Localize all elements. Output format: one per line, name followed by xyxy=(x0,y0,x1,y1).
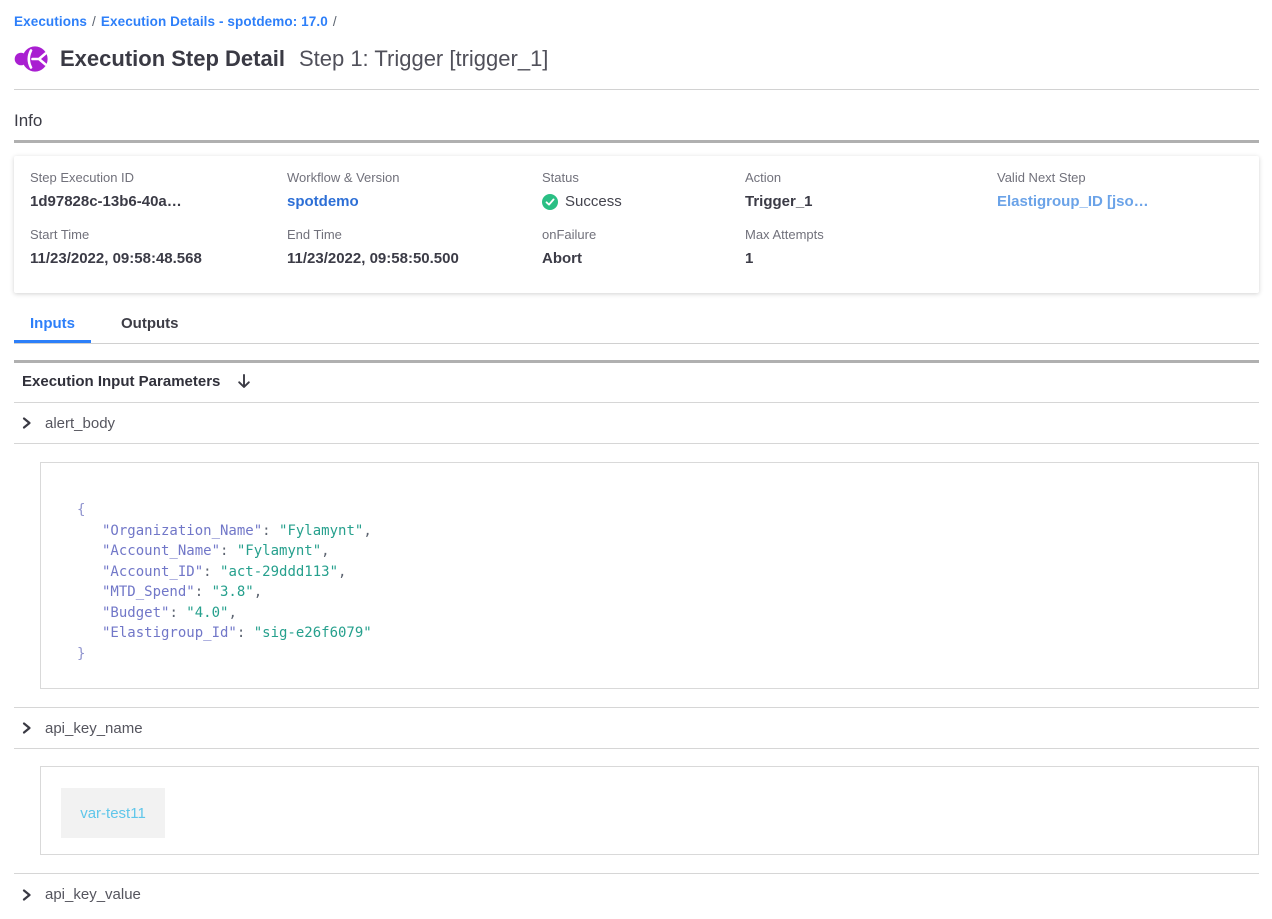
info-field-empty xyxy=(997,227,1243,267)
info-field-action: Action Trigger_1 xyxy=(745,170,997,210)
field-label: Max Attempts xyxy=(745,227,997,242)
field-value: Abort xyxy=(542,250,745,267)
info-field-step-execution-id: Step Execution ID 1d97828c-13b6-40a… xyxy=(30,170,287,210)
field-label: Workflow & Version xyxy=(287,170,542,185)
section-name: api_key_name xyxy=(45,720,143,737)
chevron-right-icon[interactable] xyxy=(20,416,33,430)
info-field-status: Status Success xyxy=(542,170,745,210)
success-check-icon xyxy=(542,194,558,210)
code-line: "Account_Name": "Fylamynt", xyxy=(77,541,1238,562)
info-field-end-time: End Time 11/23/2022, 09:58:50.500 xyxy=(287,227,542,267)
field-value: 11/23/2022, 09:58:50.500 xyxy=(287,250,542,267)
info-field-max-attempts: Max Attempts 1 xyxy=(745,227,997,267)
code-line: "MTD_Spend": "3.8", xyxy=(77,582,1238,603)
field-label: Valid Next Step xyxy=(997,170,1243,185)
info-field-start-time: Start Time 11/23/2022, 09:58:48.568 xyxy=(30,227,287,267)
field-value: 11/23/2022, 09:58:48.568 xyxy=(30,250,287,267)
tab-outputs[interactable]: Outputs xyxy=(105,306,195,343)
section-name: alert_body xyxy=(45,415,115,432)
header-divider xyxy=(14,89,1259,90)
field-label: Start Time xyxy=(30,227,287,242)
breadcrumb: Executions/Execution Details - spotdemo:… xyxy=(14,14,1259,29)
section-row-alert-body[interactable]: alert_body xyxy=(14,403,1259,444)
api-key-name-box: var-test11 xyxy=(40,766,1259,855)
page-header: Execution Step Detail Step 1: Trigger [t… xyxy=(14,44,1259,74)
valid-next-step-link[interactable]: Elastigroup_ID [jso… xyxy=(997,193,1243,210)
breadcrumb-separator: / xyxy=(87,14,101,29)
info-field-valid-next-step: Valid Next Step Elastigroup_ID [jso… xyxy=(997,170,1243,210)
code-line: "Account_ID": "act-29ddd113", xyxy=(77,562,1238,583)
execution-input-parameters-title: Execution Input Parameters xyxy=(22,373,220,390)
tab-bar: Inputs Outputs xyxy=(14,306,1259,344)
code-line: { xyxy=(77,500,1238,521)
execution-step-detail-page: Executions/Execution Details - spotdemo:… xyxy=(0,14,1272,915)
code-line: "Organization_Name": "Fylamynt", xyxy=(77,521,1238,542)
field-value: Trigger_1 xyxy=(745,193,997,210)
code-line: "Budget": "4.0", xyxy=(77,603,1238,624)
info-divider xyxy=(14,140,1259,143)
info-heading: Info xyxy=(14,111,1259,131)
field-value: 1 xyxy=(745,250,997,267)
section-row-api-key-value[interactable]: api_key_value xyxy=(14,874,1259,915)
code-line: } xyxy=(77,644,1238,665)
field-label: Status xyxy=(542,170,745,185)
info-field-workflow-version: Workflow & Version spotdemo xyxy=(287,170,542,210)
code-line: "Elastigroup_Id": "sig-e26f6079" xyxy=(77,623,1238,644)
info-card: Step Execution ID 1d97828c-13b6-40a… Wor… xyxy=(14,156,1259,293)
workflow-link[interactable]: spotdemo xyxy=(287,193,542,210)
field-label: End Time xyxy=(287,227,542,242)
alert-body-code: {"Organization_Name": "Fylamynt","Accoun… xyxy=(40,462,1259,689)
breadcrumb-link-execution-details[interactable]: Execution Details - spotdemo: 17.0 xyxy=(101,14,328,29)
status-badge: Success xyxy=(542,193,745,210)
field-label: onFailure xyxy=(542,227,745,242)
info-field-onfailure: onFailure Abort xyxy=(542,227,745,267)
chevron-right-icon[interactable] xyxy=(20,888,33,902)
page-subtitle: Step 1: Trigger [trigger_1] xyxy=(299,46,548,72)
field-label: Action xyxy=(745,170,997,185)
breadcrumb-separator: / xyxy=(328,14,342,29)
tab-inputs[interactable]: Inputs xyxy=(14,306,91,343)
api-key-name-chip: var-test11 xyxy=(61,788,165,838)
fylamynt-logo-icon xyxy=(14,44,48,74)
section-row-api-key-name[interactable]: api_key_name xyxy=(14,708,1259,749)
field-value: 1d97828c-13b6-40a… xyxy=(30,193,287,210)
page-title: Execution Step Detail xyxy=(60,46,285,72)
status-text: Success xyxy=(565,193,622,210)
section-name: api_key_value xyxy=(45,886,141,903)
chevron-right-icon[interactable] xyxy=(20,721,33,735)
breadcrumb-link-executions[interactable]: Executions xyxy=(14,14,87,29)
arrow-down-icon[interactable] xyxy=(236,373,252,390)
field-label: Step Execution ID xyxy=(30,170,287,185)
execution-input-parameters-header: Execution Input Parameters xyxy=(14,363,1259,403)
